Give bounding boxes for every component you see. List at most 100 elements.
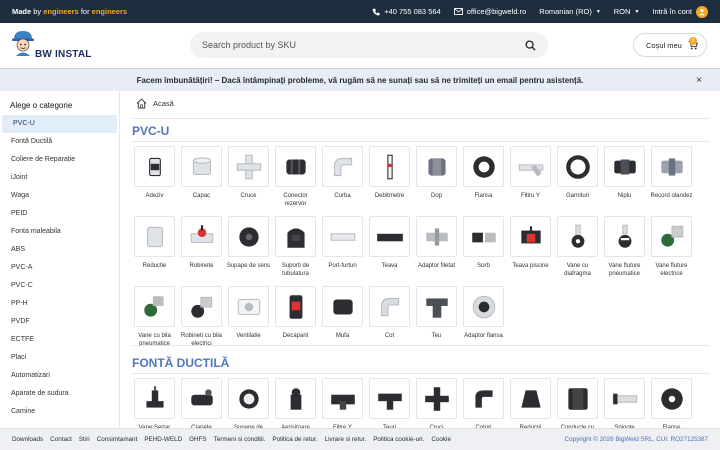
phone-link[interactable]: +40 755 083 564: [372, 7, 441, 16]
product-card[interactable]: Reducții: [507, 378, 554, 428]
product-card[interactable]: Vane fluture electrice: [648, 216, 695, 280]
product-name[interactable]: Reductie: [131, 262, 178, 280]
product-thumbnail[interactable]: [463, 286, 504, 327]
sidebar-item[interactable]: ABS: [0, 241, 119, 259]
product-card[interactable]: Capac: [178, 146, 225, 210]
product-name[interactable]: Flansa: [460, 192, 507, 210]
product-card[interactable]: Ventilatie: [225, 286, 272, 350]
product-name[interactable]: Vane cu bila pneumatice: [131, 332, 178, 350]
product-thumbnail[interactable]: [322, 286, 363, 327]
product-thumbnail[interactable]: [134, 286, 175, 327]
product-card[interactable]: Flansa: [460, 146, 507, 210]
footer-link[interactable]: Consimtamant: [97, 436, 138, 443]
product-name[interactable]: Sorb: [460, 262, 507, 280]
product-card[interactable]: Teuri: [366, 378, 413, 428]
product-thumbnail[interactable]: [228, 286, 269, 327]
sidebar-item[interactable]: Automatizari: [0, 367, 119, 385]
product-thumbnail[interactable]: [369, 286, 410, 327]
product-thumbnail[interactable]: [416, 146, 457, 187]
footer-link[interactable]: PEHD-WELD: [144, 436, 182, 443]
product-thumbnail[interactable]: [275, 286, 316, 327]
product-thumbnail[interactable]: [275, 378, 316, 419]
product-name[interactable]: Adaptor filetat: [413, 262, 460, 280]
product-card[interactable]: Mufa: [319, 286, 366, 350]
product-name[interactable]: Robineti cu bila electrici: [178, 332, 225, 350]
product-thumbnail[interactable]: [369, 216, 410, 257]
product-card[interactable]: Teava: [366, 216, 413, 280]
product-name[interactable]: Vane fluture pneumatice: [601, 262, 648, 280]
product-thumbnail[interactable]: [134, 146, 175, 187]
currency-select[interactable]: RON ▼: [614, 7, 640, 16]
footer-link[interactable]: Livrare si retur.: [325, 436, 367, 443]
sidebar-item[interactable]: Placi: [0, 349, 119, 367]
sidebar-item[interactable]: PP-H: [0, 295, 119, 313]
home-icon[interactable]: [136, 98, 147, 109]
product-name[interactable]: Vane cu diafragma: [554, 262, 601, 280]
product-name[interactable]: Conector rezervor: [272, 192, 319, 210]
product-thumbnail[interactable]: [463, 216, 504, 257]
product-thumbnail[interactable]: [275, 146, 316, 187]
product-card[interactable]: Supape de sens: [225, 216, 272, 280]
product-thumbnail[interactable]: [416, 378, 457, 419]
product-card[interactable]: Conducte cu: [554, 378, 601, 428]
product-card[interactable]: Vane fluture pneumatice: [601, 216, 648, 280]
product-thumbnail[interactable]: [604, 378, 645, 419]
product-thumbnail[interactable]: [604, 216, 645, 257]
product-name[interactable]: Garnituri: [554, 192, 601, 210]
product-thumbnail[interactable]: [416, 286, 457, 327]
close-icon[interactable]: ×: [696, 75, 702, 86]
search-icon[interactable]: [525, 39, 536, 51]
product-card[interactable]: Aerisitoare: [272, 378, 319, 428]
product-thumbnail[interactable]: [510, 146, 551, 187]
product-name[interactable]: Record olandez: [648, 192, 695, 210]
product-name[interactable]: Mufa: [319, 332, 366, 350]
product-thumbnail[interactable]: [557, 146, 598, 187]
product-card[interactable]: Cot: [366, 286, 413, 350]
product-card[interactable]: Conector rezervor: [272, 146, 319, 210]
search-input[interactable]: Search product by SKU: [202, 40, 296, 50]
product-card[interactable]: Sorb: [460, 216, 507, 280]
product-name[interactable]: Teava piscine: [507, 262, 554, 280]
sidebar-item[interactable]: PVDF: [0, 313, 119, 331]
product-name[interactable]: Supape de sens: [225, 262, 272, 280]
product-card[interactable]: Suporti de tubulatura: [272, 216, 319, 280]
footer-link[interactable]: Politica de retur.: [272, 436, 317, 443]
product-name[interactable]: Port-furtun: [319, 262, 366, 280]
product-name[interactable]: Robinete: [178, 262, 225, 280]
product-thumbnail[interactable]: [604, 146, 645, 187]
product-card[interactable]: Spigote: [601, 378, 648, 428]
product-card[interactable]: Garnituri: [554, 146, 601, 210]
search-box[interactable]: Search product by SKU: [190, 32, 548, 58]
product-thumbnail[interactable]: [557, 378, 598, 419]
product-name[interactable]: Curba: [319, 192, 366, 210]
product-thumbnail[interactable]: [463, 146, 504, 187]
product-thumbnail[interactable]: [181, 146, 222, 187]
product-name[interactable]: Filtru Y: [507, 192, 554, 210]
email-link[interactable]: office@bigweld.ro: [453, 7, 526, 16]
product-name[interactable]: Dop: [413, 192, 460, 210]
logo[interactable]: BW INSTAL: [10, 27, 100, 65]
product-card[interactable]: Adaptor filetat: [413, 216, 460, 280]
product-card[interactable]: Filtru Y: [507, 146, 554, 210]
product-card[interactable]: Reductie: [131, 216, 178, 280]
product-card[interactable]: Cruce: [225, 146, 272, 210]
product-thumbnail[interactable]: [651, 216, 692, 257]
product-thumbnail[interactable]: [228, 216, 269, 257]
product-thumbnail[interactable]: [416, 216, 457, 257]
product-name[interactable]: Debitmetre: [366, 192, 413, 210]
product-card[interactable]: Teu: [413, 286, 460, 350]
product-card[interactable]: Decapant: [272, 286, 319, 350]
product-thumbnail[interactable]: [651, 378, 692, 419]
product-thumbnail[interactable]: [275, 216, 316, 257]
footer-link[interactable]: Politica cookie-uri.: [373, 436, 424, 443]
product-card[interactable]: Curba: [319, 146, 366, 210]
sidebar-item[interactable]: iJoint: [0, 169, 119, 187]
product-thumbnail[interactable]: [510, 216, 551, 257]
sidebar-item[interactable]: PEID: [0, 205, 119, 223]
sidebar-item[interactable]: PVC-U: [2, 115, 117, 133]
product-card[interactable]: Niplu: [601, 146, 648, 210]
sidebar-item[interactable]: Aparate de sudura: [0, 385, 119, 403]
product-name[interactable]: Niplu: [601, 192, 648, 210]
product-card[interactable]: Vane cu bila pneumatice: [131, 286, 178, 350]
product-card[interactable]: Cruci: [413, 378, 460, 428]
